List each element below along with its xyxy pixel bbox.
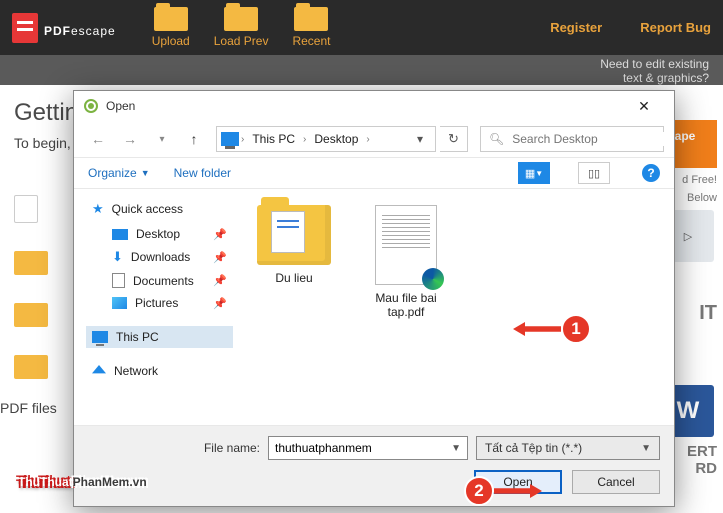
folder-chip-icon [14, 303, 48, 327]
arrow-left-icon [513, 322, 561, 336]
pin-icon: 📌 [213, 297, 227, 310]
folder-icon [294, 7, 328, 31]
folder-icon [154, 7, 188, 31]
breadcrumb-pc[interactable]: This PC [246, 130, 301, 148]
nav-network[interactable]: Network [86, 360, 233, 382]
chevron-down-icon[interactable]: ▼ [641, 443, 651, 454]
promo-banner: Need to edit existing text & graphics? [0, 55, 723, 85]
document-icon [112, 273, 125, 288]
load-prev-button[interactable]: Load Prev [214, 7, 269, 48]
dialog-icon [84, 99, 98, 113]
close-button[interactable]: ✕ [624, 92, 664, 120]
filename-label: File name: [88, 441, 260, 455]
folder-item[interactable]: Du lieu [245, 201, 343, 289]
organize-menu[interactable]: Organize ▼ [88, 166, 150, 180]
watermark: ThuThuatPhanMem.vn [18, 462, 147, 493]
nav-this-pc[interactable]: This PC [86, 326, 233, 348]
view-mode-button[interactable]: ▦ ▼ [518, 162, 550, 184]
network-icon [92, 365, 106, 377]
folder-icon [257, 205, 331, 265]
download-icon: ⬇ [112, 249, 123, 265]
logo-text-bold: PDF [44, 24, 71, 38]
edge-badge-icon [422, 268, 444, 290]
nav-pane: ★Quick access Desktop📌 ⬇Downloads📌 Docum… [74, 189, 237, 461]
callout-2: 2 [464, 476, 542, 506]
preview-pane-button[interactable]: ▯▯ [578, 162, 610, 184]
back-button[interactable]: ← [84, 126, 112, 152]
nav-downloads[interactable]: ⬇Downloads📌 [86, 245, 233, 269]
up-button[interactable]: ↑ [180, 126, 208, 152]
chevron-right-icon[interactable]: › [241, 134, 244, 145]
chevron-right-icon[interactable]: › [303, 134, 306, 145]
app-topbar: PDFescape Upload Load Prev Recent Regist… [0, 0, 723, 55]
filename-input[interactable] [275, 441, 445, 455]
pdf-chip-icon [14, 195, 38, 223]
pdf-files-label: PDF files [0, 400, 57, 416]
address-dropdown[interactable]: ▾ [409, 127, 431, 151]
callout-1: 1 [513, 314, 591, 344]
dialog-title: Open [106, 99, 135, 113]
nav-desktop[interactable]: Desktop📌 [86, 223, 233, 245]
folder-chip-icon [14, 251, 48, 275]
filename-combobox[interactable]: ▼ [268, 436, 468, 460]
chevron-right-icon[interactable]: › [366, 134, 369, 145]
forward-button: → [116, 126, 144, 152]
nav-quick-access[interactable]: ★Quick access [86, 197, 233, 221]
pdf-thumbnail-icon [375, 205, 437, 285]
nav-pictures[interactable]: Pictures📌 [86, 292, 233, 314]
pc-icon [92, 331, 108, 343]
nav-documents[interactable]: Documents📌 [86, 269, 233, 292]
folder-icon [224, 7, 258, 31]
file-list[interactable]: Du lieu Mau file bai tap.pdf [237, 189, 674, 461]
pdf-file-item[interactable]: Mau file bai tap.pdf [357, 201, 455, 323]
help-button[interactable]: ? [642, 164, 660, 182]
pictures-icon [112, 297, 127, 309]
folder-chip-icon [14, 355, 48, 379]
new-folder-button[interactable]: New folder [174, 166, 231, 180]
chevron-down-icon: ▼ [141, 168, 150, 178]
file-open-dialog: Open ✕ ← → ▾ ↑ › This PC › Desktop › ▾ ↻… [73, 90, 675, 507]
register-link[interactable]: Register [550, 20, 602, 35]
arrow-right-icon [494, 484, 542, 498]
refresh-button[interactable]: ↻ [440, 126, 468, 152]
pc-icon [221, 132, 239, 146]
recent-dropdown[interactable]: ▾ [148, 126, 176, 152]
logo: PDFescape [12, 13, 116, 43]
logo-text-rest: escape [71, 24, 116, 38]
search-box[interactable]: 🔍︎ [480, 126, 664, 152]
filetype-combobox[interactable]: Tất cả Tệp tin (*.*) ▼ [476, 436, 660, 460]
address-bar[interactable]: › This PC › Desktop › ▾ [216, 126, 436, 152]
search-icon: 🔍︎ [489, 132, 504, 146]
breadcrumb-desktop[interactable]: Desktop [308, 130, 364, 148]
logo-icon [12, 13, 38, 43]
chevron-down-icon[interactable]: ▼ [445, 443, 461, 454]
report-bug-link[interactable]: Report Bug [640, 20, 711, 35]
pin-icon: 📌 [213, 274, 227, 287]
pin-icon: 📌 [213, 251, 227, 264]
pin-icon: 📌 [213, 228, 227, 241]
search-input[interactable] [512, 132, 667, 146]
star-icon: ★ [92, 201, 104, 217]
desktop-icon [112, 229, 128, 240]
upload-button[interactable]: Upload [152, 7, 190, 48]
dialog-titlebar: Open ✕ [74, 91, 674, 121]
cancel-button[interactable]: Cancel [572, 470, 660, 494]
recent-button[interactable]: Recent [292, 7, 330, 48]
